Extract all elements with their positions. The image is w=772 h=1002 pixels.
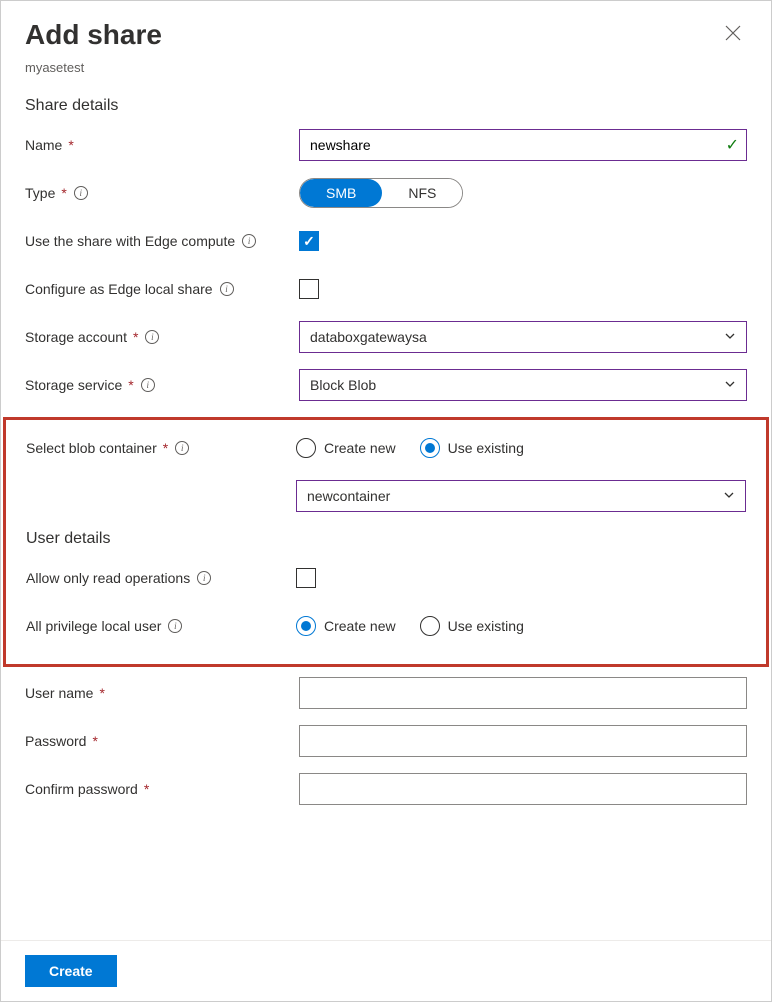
label-edge-local: Configure as Edge local sharei [25,281,299,297]
info-icon[interactable]: i [74,186,88,200]
info-icon[interactable]: i [141,378,155,392]
chevron-down-icon [724,330,736,345]
label-storage-account: Storage account*i [25,329,299,345]
section-share-details: Share details [25,97,747,115]
label-edge-compute: Use the share with Edge compute i [25,233,299,249]
info-icon[interactable]: i [168,619,182,633]
label-password: Password* [25,733,299,749]
type-toggle[interactable]: SMB NFS [299,178,463,208]
info-icon[interactable]: i [175,441,189,455]
label-priv-user: All privilege local useri [26,618,296,634]
chevron-down-icon [723,489,735,504]
chevron-down-icon [724,378,736,393]
label-type: Type*i [25,185,299,201]
highlight-region: Select blob container*i Create new Use e… [3,417,769,667]
info-icon[interactable]: i [242,234,256,248]
name-input[interactable] [299,129,747,161]
storage-service-dropdown[interactable]: Block Blob [299,369,747,401]
info-icon[interactable]: i [220,282,234,296]
user-use-existing-radio[interactable]: Use existing [420,616,524,636]
label-user-name: User name* [25,685,299,701]
label-confirm-password: Confirm password* [25,781,299,797]
edge-compute-checkbox[interactable] [299,231,319,251]
panel-title: Add share [25,19,719,51]
read-only-checkbox[interactable] [296,568,316,588]
confirm-password-input[interactable] [299,773,747,805]
section-user-details: User details [26,530,746,548]
blob-create-new-radio[interactable]: Create new [296,438,396,458]
user-name-input[interactable] [299,677,747,709]
label-name: Name* [25,137,299,153]
info-icon[interactable]: i [197,571,211,585]
checkmark-icon: ✓ [726,135,739,155]
create-button[interactable]: Create [25,955,117,987]
user-create-new-radio[interactable]: Create new [296,616,396,636]
close-icon[interactable] [719,19,747,52]
label-read-only: Allow only read operationsi [26,570,296,586]
storage-account-dropdown[interactable]: databoxgatewaysa [299,321,747,353]
container-dropdown[interactable]: newcontainer [296,480,746,512]
type-smb[interactable]: SMB [300,179,382,207]
password-input[interactable] [299,725,747,757]
edge-local-checkbox[interactable] [299,279,319,299]
panel-subtitle: myasetest [1,60,771,97]
blob-use-existing-radio[interactable]: Use existing [420,438,524,458]
label-blob-container: Select blob container*i [26,440,296,456]
info-icon[interactable]: i [145,330,159,344]
type-nfs[interactable]: NFS [382,179,462,207]
label-storage-service: Storage service*i [25,377,299,393]
